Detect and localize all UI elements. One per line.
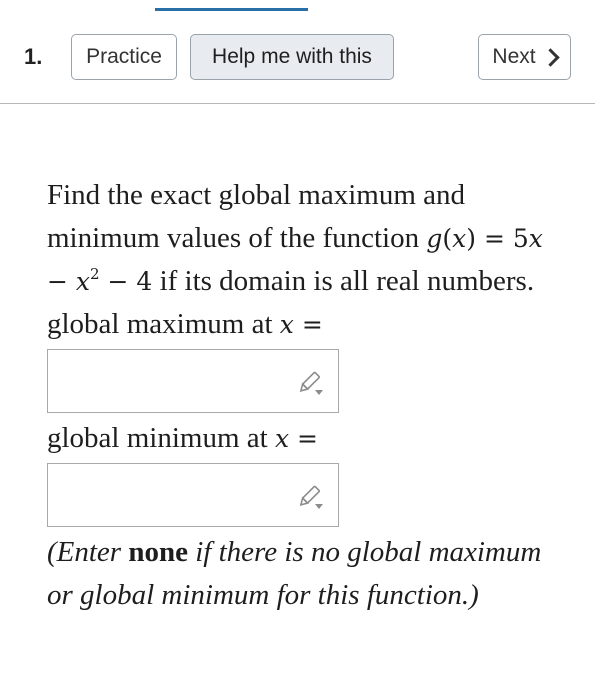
problem-intro: Find the exact global maximum and minimu… <box>47 179 465 254</box>
note-prefix: (Enter <box>47 536 122 568</box>
active-tab-indicator <box>155 8 308 11</box>
global-minimum-input[interactable] <box>47 463 339 527</box>
practice-button-label: Practice <box>86 45 162 68</box>
pencil-icon[interactable] <box>297 370 325 396</box>
header-divider <box>0 103 595 104</box>
note-keyword: none <box>128 536 188 568</box>
help-me-with-this-button[interactable]: Help me with this <box>190 34 394 80</box>
next-button-label: Next <box>492 45 536 68</box>
help-button-label: Help me with this <box>212 45 372 68</box>
problem-statement: Find the exact global maximum and minimu… <box>47 174 567 303</box>
note-suffix: if there is no global maximum or global … <box>47 536 542 611</box>
instruction-note: (Enter none if there is no global maximu… <box>47 531 567 617</box>
global-maximum-input[interactable] <box>47 349 339 413</box>
min-prompt-line: global minimum at x = <box>47 417 567 460</box>
domain-text: if its domain is all real numbers. <box>159 265 535 297</box>
problem-body: Find the exact global maximum and minimu… <box>47 174 567 617</box>
next-button[interactable]: Next <box>478 34 571 80</box>
max-prompt: global maximum at <box>47 308 273 340</box>
chevron-right-icon <box>540 48 560 67</box>
max-prompt-line: global maximum at x = <box>47 303 567 346</box>
min-prompt: global minimum at <box>47 422 268 454</box>
practice-button[interactable]: Practice <box>71 34 177 80</box>
max-variable: x = <box>279 310 323 339</box>
question-number: 1. <box>24 44 43 69</box>
min-variable: x = <box>274 424 318 453</box>
question-header: 1. Practice Help me with this Next <box>0 34 608 82</box>
pencil-icon[interactable] <box>297 484 325 510</box>
